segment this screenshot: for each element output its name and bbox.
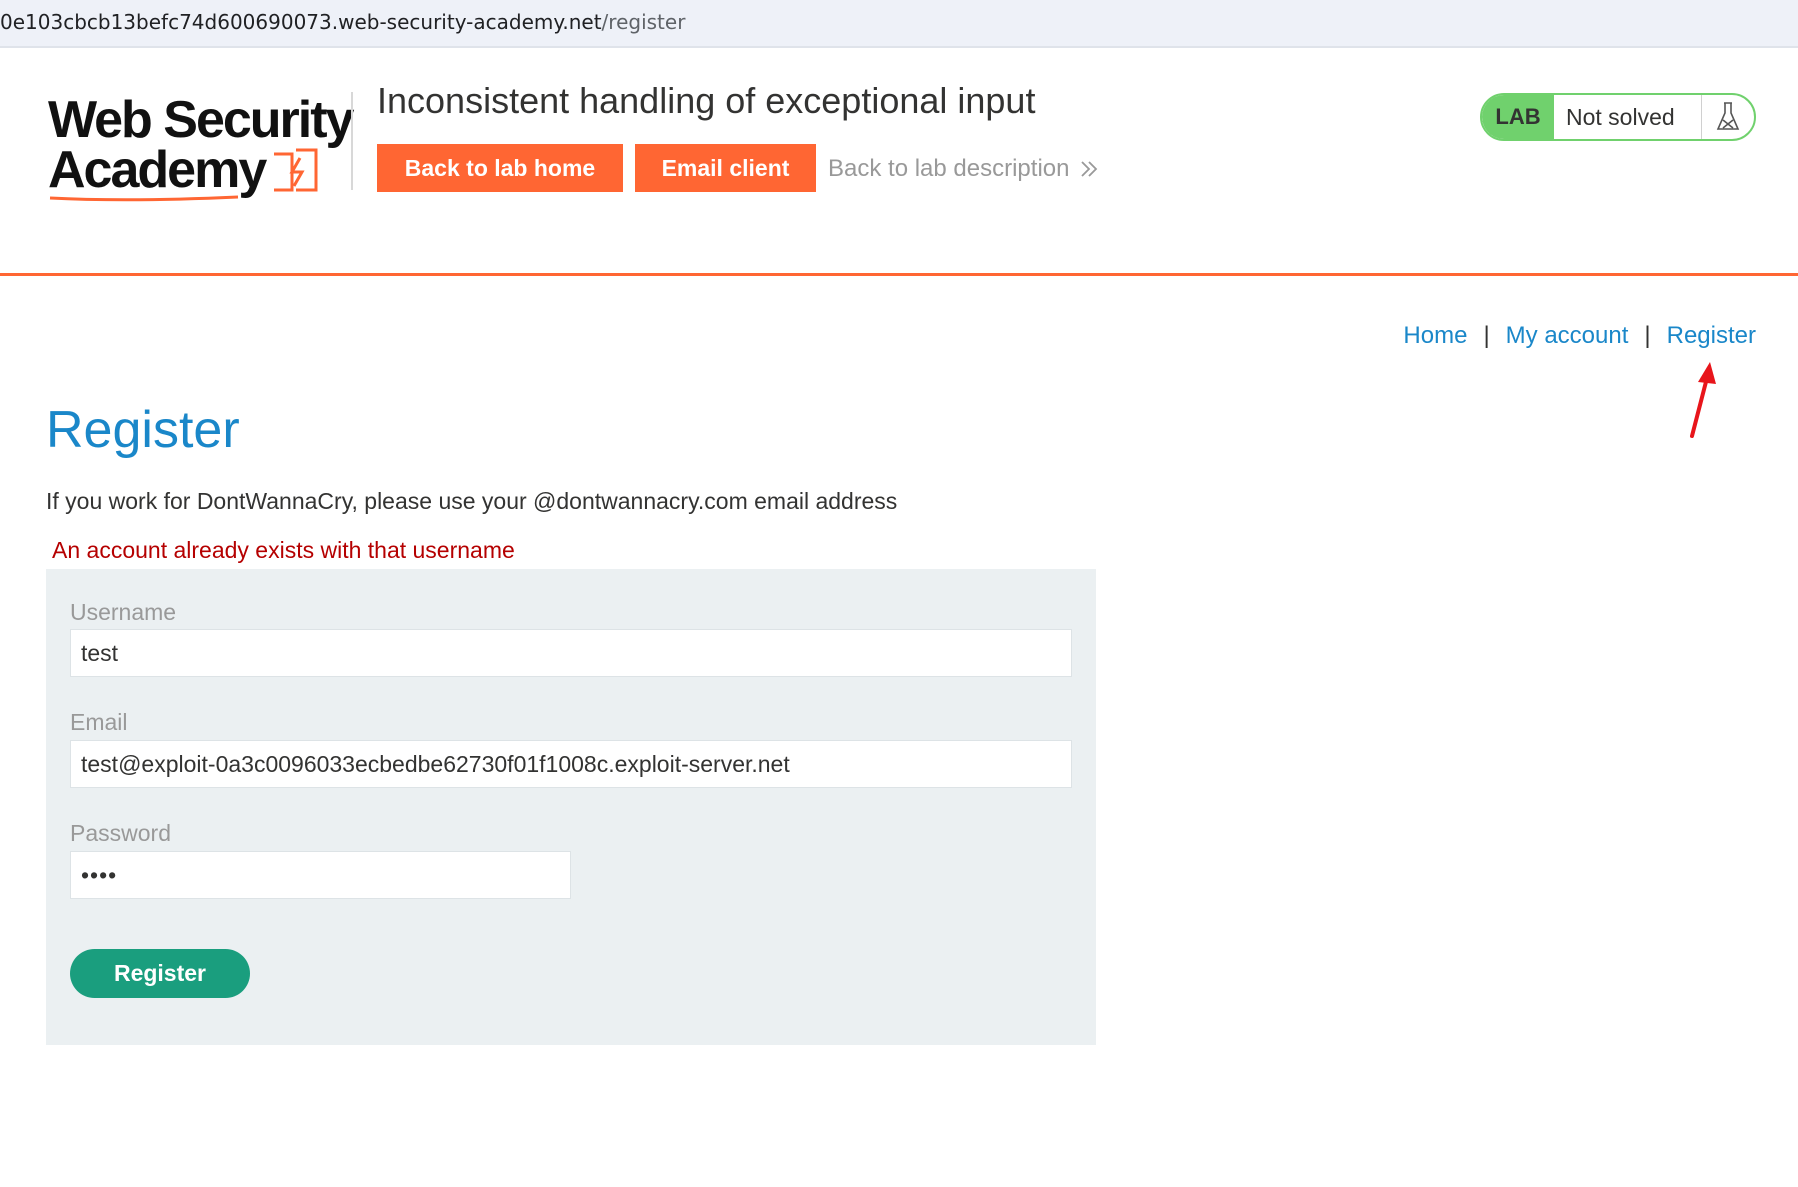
browser-address-bar[interactable]: 0e103cbcb13befc74d600690073.web-security…: [0, 0, 1798, 48]
username-label: Username: [70, 599, 177, 625]
username-input[interactable]: test: [70, 629, 1072, 677]
lab-title: Inconsistent handling of exceptional inp…: [377, 80, 1036, 121]
error-message: An account already exists with that user…: [52, 537, 515, 563]
flask-icon: [1716, 102, 1740, 130]
email-input[interactable]: test@exploit-0a3c0096033ecbedbe62730f01f…: [70, 740, 1072, 788]
register-submit-button[interactable]: Register: [70, 949, 250, 998]
password-label: Password: [70, 820, 171, 846]
logo-divider: [351, 92, 353, 190]
nav-separator: |: [1644, 322, 1651, 349]
back-to-lab-description-link[interactable]: Back to lab description: [828, 155, 1099, 183]
top-navigation: Home | My account | Register: [1403, 322, 1756, 350]
header-orange-rule: [0, 273, 1798, 276]
red-arrow-annotation: [1690, 362, 1716, 438]
back-to-lab-home-button[interactable]: Back to lab home: [377, 144, 623, 192]
register-form: Username test Email test@exploit-0a3c009…: [46, 569, 1096, 1045]
nav-separator: |: [1483, 322, 1490, 349]
lab-status-widget: LAB Not solved: [1480, 93, 1756, 141]
nav-home-link[interactable]: Home: [1403, 322, 1467, 350]
page-title: Register: [46, 401, 240, 459]
flask-icon-container: [1702, 101, 1754, 133]
nav-register-link[interactable]: Register: [1667, 322, 1756, 350]
back-to-lab-description-label: Back to lab description: [828, 155, 1070, 182]
logo-bolt-icon: [274, 148, 318, 192]
email-label: Email: [70, 709, 128, 735]
address-url[interactable]: 0e103cbcb13befc74d600690073.web-security…: [0, 10, 685, 34]
web-security-academy-logo[interactable]: Web Security Academy: [48, 90, 354, 202]
email-client-button[interactable]: Email client: [635, 144, 816, 192]
double-chevron-right-icon: [1081, 161, 1098, 177]
lab-badge: LAB: [1482, 95, 1554, 139]
lab-status-text: Not solved: [1554, 95, 1702, 139]
url-host: 0e103cbcb13befc74d600690073.web-security…: [0, 10, 602, 34]
register-info-text: If you work for DontWannaCry, please use…: [46, 488, 898, 514]
password-input[interactable]: ••••: [70, 851, 571, 899]
nav-my-account-link[interactable]: My account: [1506, 322, 1629, 350]
url-path: /register: [601, 10, 686, 34]
